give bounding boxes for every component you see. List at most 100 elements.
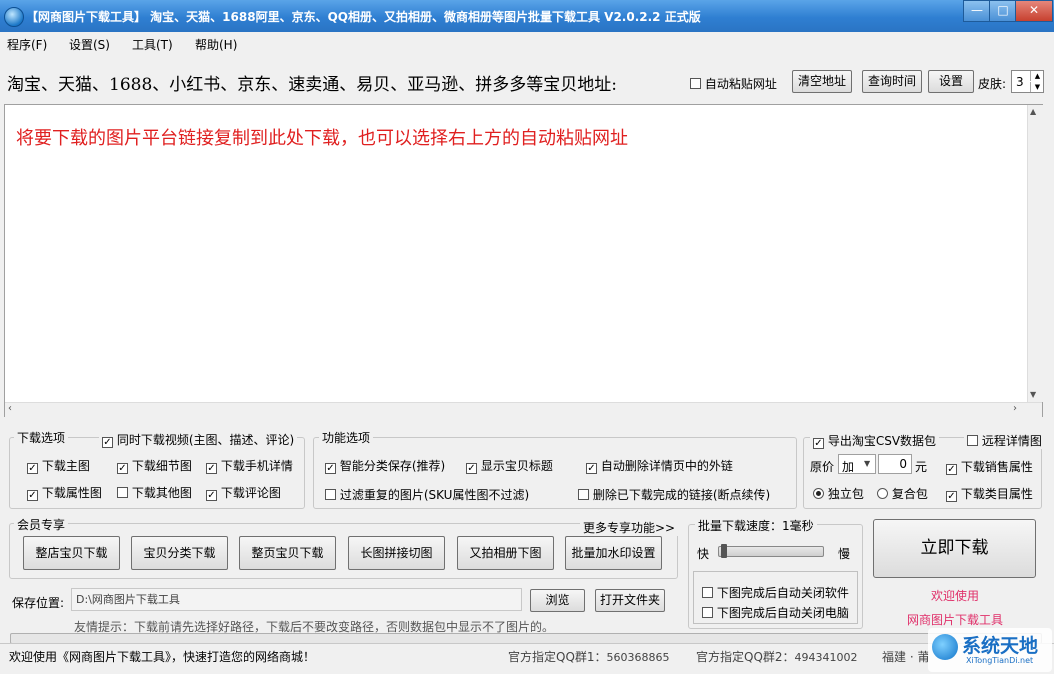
query-time-button[interactable]: 查询时间 [862, 70, 922, 93]
checkbox-box: ✓ [102, 437, 113, 448]
option-label: 删除已下载完成的链接(断点续传) [592, 488, 771, 502]
price-label: 原价 [810, 460, 835, 474]
skin-spinner[interactable]: 3 ▲ ▼ [1011, 70, 1044, 93]
settings-button[interactable]: 设置 [928, 70, 974, 93]
checkbox-box: ✓ [206, 490, 217, 501]
welcome-product-name: 网商图片下载工具 [907, 613, 1004, 627]
option-label: 下载其他图 [131, 486, 192, 500]
open-folder-button[interactable]: 打开文件夹 [595, 589, 665, 612]
spin-up-icon[interactable]: ▲ [1030, 71, 1044, 81]
category-attr-checkbox[interactable]: ✓ 下载类目属性 [946, 485, 1033, 502]
option-label: 下载细节图 [131, 459, 192, 473]
brand-watermark: 系统天地 XiTongTianDi.net [928, 628, 1052, 672]
horizontal-scrollbar[interactable]: ‹ › [5, 402, 1042, 417]
download-main-checkbox[interactable]: ✓ 下载主图 [27, 457, 90, 474]
title-bar: 【网商图片下载工具】 淘宝、天猫、1688阿里、京东、QQ相册、又拍相册、微商相… [0, 0, 1054, 32]
scroll-left-icon[interactable]: ‹ [8, 403, 12, 414]
combined-radio[interactable]: 复合包 [877, 485, 928, 502]
remote-detail-checkbox[interactable]: 远程详情图 [964, 432, 1045, 449]
checkbox-box: ✓ [117, 463, 128, 474]
standalone-radio[interactable]: 独立包 [813, 485, 864, 502]
menu-help[interactable]: 帮助(H) [195, 36, 237, 53]
download-other-checkbox[interactable]: 下载其他图 [117, 484, 192, 501]
option-label: 下图完成后自动关闭电脑 [716, 606, 849, 620]
delete-finished-links-checkbox[interactable]: 删除已下载完成的链接(断点续传) [578, 486, 770, 503]
sales-attr-checkbox[interactable]: ✓ 下载销售属性 [946, 458, 1033, 475]
checkbox-box: ✓ [946, 491, 957, 502]
show-title-checkbox[interactable]: ✓ 显示宝贝标题 [466, 457, 553, 474]
remote-detail-label: 远程详情图 [981, 434, 1042, 448]
batch-watermark-button[interactable]: 批量加水印设置 [565, 536, 662, 570]
speed-title: 批量下载速度：1毫秒 [695, 517, 817, 534]
whole-shop-download-button[interactable]: 整店宝贝下载 [23, 536, 120, 570]
brand-logo-icon [932, 634, 958, 660]
auto-paste-checkbox[interactable]: 自动粘贴网址 [690, 75, 777, 92]
checkbox-box [702, 587, 713, 598]
more-features-link[interactable]: 更多专享功能>> [580, 519, 679, 536]
url-label: 淘宝、天猫、1688、小红书、京东、速卖通、易贝、亚马逊、拼多多等宝贝地址: [7, 75, 617, 95]
option-label: 下载类目属性 [960, 487, 1033, 501]
option-label: 智能分类保存(推荐) [339, 459, 446, 473]
download-video-checkbox[interactable]: ✓ 同时下载视频(主图、描述、评论) [99, 431, 298, 448]
link-textarea-hint: 将要下载的图片平台链接复制到此处下载，也可以选择右上方的自动粘贴网址 [16, 128, 628, 149]
menu-tools[interactable]: 工具(T) [132, 36, 173, 53]
auto-close-app-checkbox[interactable]: 下图完成后自动关闭软件 [702, 584, 849, 601]
option-label: 过滤重复的图片(SKU属性图不过滤) [339, 488, 530, 502]
download-review-checkbox[interactable]: ✓ 下载评论图 [206, 484, 281, 501]
checkbox-box: ✓ [586, 463, 597, 474]
price-op-select[interactable]: 加 ▼ [838, 454, 876, 474]
download-mobile-detail-checkbox[interactable]: ✓ 下载手机详情 [206, 457, 293, 474]
checkbox-box [690, 78, 701, 89]
brand-url: XiTongTianDi.net [966, 656, 1034, 665]
option-label: 自动删除详情页中的外链 [600, 459, 733, 473]
scroll-right-icon[interactable]: › [1013, 403, 1017, 414]
price-unit: 元 [915, 460, 928, 474]
option-label: 独立包 [827, 487, 864, 501]
whole-page-download-button[interactable]: 整页宝贝下载 [239, 536, 336, 570]
smart-classify-checkbox[interactable]: ✓ 智能分类保存(推荐) [325, 457, 445, 474]
scroll-up-icon[interactable]: ▲ [1030, 107, 1036, 116]
vertical-scrollbar[interactable]: ▲ ▼ [1027, 105, 1043, 402]
option-label: 下载销售属性 [960, 460, 1033, 474]
option-label: 复合包 [891, 487, 928, 501]
status-location: 福建 · 莆 [882, 650, 930, 664]
minimize-button[interactable]: — [963, 0, 991, 22]
qq-group-1: 官方指定QQ群1：560368865 [508, 648, 670, 665]
youpai-album-download-button[interactable]: 又拍相册下图 [457, 536, 554, 570]
menu-settings[interactable]: 设置(S) [69, 36, 110, 53]
browse-button[interactable]: 浏览 [530, 589, 585, 612]
clear-address-button[interactable]: 清空地址 [792, 70, 852, 93]
spin-down-icon[interactable]: ▼ [1030, 82, 1044, 92]
filter-duplicates-checkbox[interactable]: 过滤重复的图片(SKU属性图不过滤) [325, 486, 529, 503]
price-op-value: 加 [842, 460, 855, 474]
start-download-button[interactable]: 立即下载 [873, 519, 1036, 578]
download-attr-checkbox[interactable]: ✓ 下载属性图 [27, 484, 102, 501]
checkbox-box [117, 487, 128, 498]
close-button[interactable]: ✕ [1015, 0, 1053, 22]
price-input[interactable]: 0 [878, 454, 912, 474]
welcome-text: 欢迎使用 [931, 589, 980, 603]
slider-handle[interactable] [721, 544, 727, 558]
link-textarea[interactable] [4, 104, 1043, 417]
checkbox-box [702, 607, 713, 618]
member-title: 会员专享 [14, 516, 69, 533]
qq-group-2-label: 官方指定QQ群2： [696, 650, 795, 664]
function-options-title: 功能选项 [319, 429, 374, 446]
scroll-down-icon[interactable]: ▼ [1030, 390, 1036, 399]
checkbox-box: ✓ [206, 463, 217, 474]
qq-group-1-number: 560368865 [606, 651, 670, 664]
auto-shutdown-checkbox[interactable]: 下图完成后自动关闭电脑 [702, 604, 849, 621]
speed-slider[interactable] [718, 544, 824, 558]
option-label: 下载属性图 [41, 486, 102, 500]
maximize-button[interactable]: □ [989, 0, 1017, 22]
brand-name: 系统天地 [962, 635, 1039, 657]
save-path-field[interactable]: D:\网商图片下载工具 [71, 588, 522, 611]
export-csv-checkbox[interactable]: ✓ 导出淘宝CSV数据包 [810, 432, 940, 449]
download-detail-checkbox[interactable]: ✓ 下载细节图 [117, 457, 192, 474]
category-download-button[interactable]: 宝贝分类下载 [131, 536, 228, 570]
checkbox-box: ✓ [466, 463, 477, 474]
long-image-split-button[interactable]: 长图拼接切图 [348, 536, 445, 570]
skin-value: 3 [1016, 75, 1024, 89]
remove-external-links-checkbox[interactable]: ✓ 自动删除详情页中的外链 [586, 457, 733, 474]
menu-program[interactable]: 程序(F) [7, 36, 47, 53]
